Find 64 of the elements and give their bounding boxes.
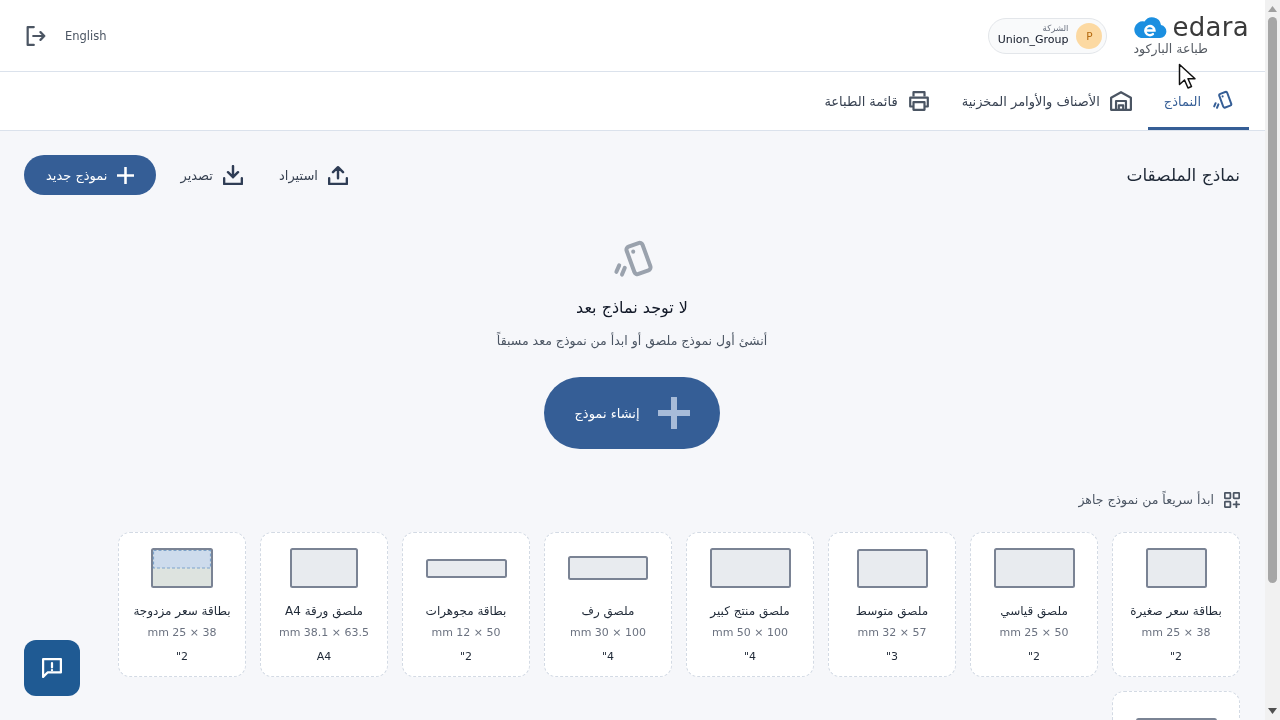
tab[interactable]: قائمة الطباعة — [808, 72, 946, 130]
cloud-logo-icon — [1133, 15, 1168, 40]
app-subtitle: طباعة الباركود — [1133, 41, 1208, 57]
empty-state-title: لا توجد نماذج بعد — [576, 297, 688, 319]
template-dimensions: 38 × 25 mm — [147, 625, 217, 641]
template-name: ملصق رف — [581, 603, 635, 620]
tilted-card-icon — [1211, 90, 1233, 112]
export-button[interactable]: تصدير — [168, 155, 255, 195]
label-shape-icon — [290, 548, 358, 588]
import-button[interactable]: استيراد — [267, 155, 360, 195]
template-name: ملصق قياسي — [1000, 603, 1068, 620]
template-dimensions: 63.5 × 38.1 mm — [278, 625, 370, 641]
template-dimensions: 57 × 32 mm — [857, 625, 927, 641]
company-name: Union_Group — [997, 33, 1069, 48]
template-size: 2" — [175, 649, 189, 665]
tab[interactable]: الأصناف والأوامر المخزنية — [945, 72, 1148, 130]
new-template-button[interactable]: نموذج جديد — [24, 155, 157, 195]
printer-icon — [907, 90, 930, 112]
label-shape-icon — [709, 548, 791, 588]
empty-state-message: أنشئ أول نموذج ملصق أو ابدأ من نموذج معد مسبقاً — [496, 332, 768, 350]
section-heading: ابدأ سريعاً من نموذج جاهز — [1078, 491, 1214, 509]
grid-plus-icon — [1224, 492, 1240, 508]
upload-icon — [327, 165, 348, 185]
template-size: 3" — [885, 649, 899, 665]
page-title: نماذج الملصقات — [1126, 165, 1240, 185]
label-shape-icon — [425, 558, 507, 578]
template-name: بطاقة مجوهرات — [425, 603, 507, 620]
template-name: بطاقة سعر صغيرة — [1130, 603, 1222, 620]
company-label: الشركة — [1042, 23, 1069, 34]
dual-label-shape-icon — [151, 548, 213, 588]
download-icon — [223, 165, 243, 185]
template-name: ملصق منتج كبير — [710, 603, 790, 620]
template-size: 2" — [1027, 649, 1041, 665]
template-name: ملصق ورقة A4 — [285, 603, 364, 620]
plus-icon — [117, 166, 135, 184]
label-shape-icon — [1145, 548, 1207, 588]
template-size: 4" — [601, 649, 615, 665]
template-size: 4" — [743, 649, 757, 665]
label-shape-icon — [568, 556, 648, 580]
create-template-button[interactable]: إنشاء نموذج — [544, 377, 720, 449]
label-shape-icon — [856, 548, 928, 588]
template-size: 2" — [1169, 649, 1183, 665]
label-shape-icon — [993, 548, 1075, 588]
scrollbar-thumb[interactable] — [1268, 17, 1277, 583]
template-dimensions: 100 × 50 mm — [711, 625, 789, 641]
template-dimensions: 50 × 12 mm — [431, 625, 501, 641]
scrollbar[interactable] — [1265, 0, 1280, 720]
company-avatar: P — [1076, 22, 1103, 49]
warehouse-icon — [1109, 90, 1132, 112]
scroll-up-arrow-icon[interactable] — [1268, 6, 1277, 12]
template-size: A4 — [316, 649, 332, 665]
template-dimensions: 38 × 25 mm — [1141, 625, 1211, 641]
template-dimensions: 100 × 30 mm — [569, 625, 647, 641]
template-name: بطاقة سعر مزدوجة — [133, 603, 231, 620]
plus-icon — [657, 397, 690, 429]
logout-icon[interactable] — [26, 25, 46, 46]
logo-wordmark: edara — [1172, 14, 1249, 41]
template-name: ملصق متوسط — [855, 603, 929, 620]
scroll-down-arrow-icon[interactable] — [1268, 708, 1277, 714]
template-dimensions: 50 × 25 mm — [999, 625, 1069, 641]
language-link[interactable]: English — [65, 28, 107, 43]
chat-bubble-icon — [42, 658, 62, 678]
chat-button[interactable] — [24, 640, 80, 696]
template-size: 2" — [459, 649, 473, 665]
